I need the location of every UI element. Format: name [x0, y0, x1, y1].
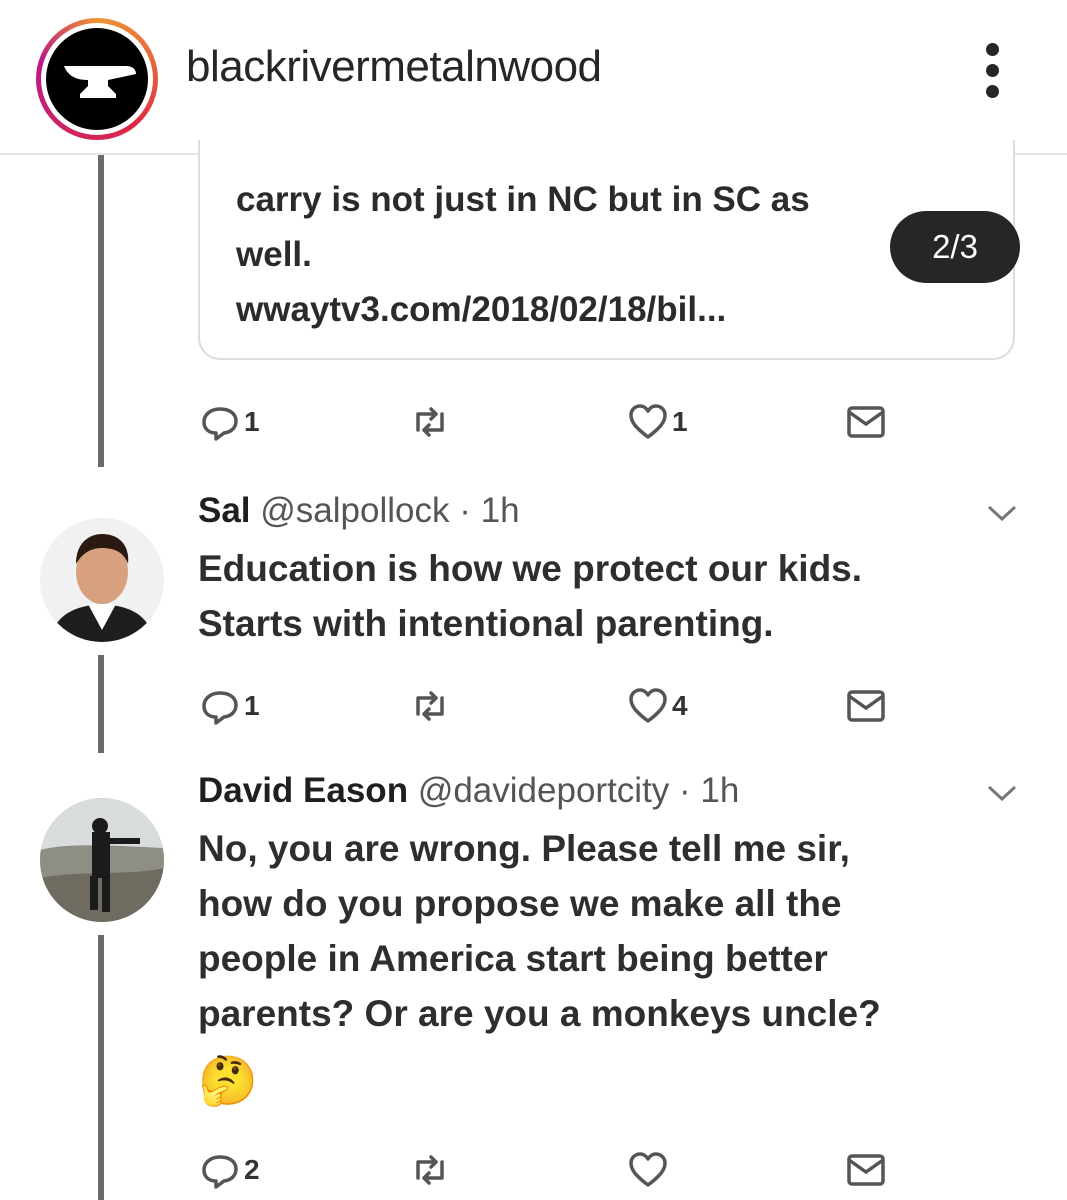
retweet-button[interactable] [408, 1146, 452, 1194]
more-vertical-icon [986, 43, 999, 56]
tweet-text: Education is how we protect our kids. St… [198, 548, 863, 644]
tweet-actions: 1 1 [198, 398, 898, 446]
reply-icon [202, 407, 238, 441]
direct-message-button[interactable] [844, 1146, 888, 1194]
reply-button[interactable]: 1 [198, 398, 260, 446]
direct-message-button[interactable] [844, 398, 888, 446]
heart-icon [629, 688, 667, 723]
avatar[interactable] [40, 798, 164, 922]
like-button[interactable]: 4 [626, 682, 688, 730]
avatar[interactable] [40, 518, 164, 642]
profile-avatar[interactable] [36, 18, 158, 140]
post-header: blackrivermetalnwood [0, 0, 1067, 155]
tweet-author-name[interactable]: Sal [198, 491, 251, 530]
reply-button[interactable]: 1 [198, 682, 260, 730]
mail-icon [847, 690, 885, 722]
thread-line [98, 155, 104, 467]
like-button[interactable] [626, 1146, 670, 1194]
tweet-text: No, you are wrong. Please tell me sir, h… [198, 828, 881, 1034]
tweet-handle[interactable]: @salpollock [260, 491, 449, 530]
thinking-face-emoji: 🤔 [198, 1055, 258, 1108]
chevron-down-icon[interactable] [985, 782, 1019, 804]
retweet-button[interactable] [408, 682, 452, 730]
slide-counter-badge: 2/3 [890, 211, 1020, 283]
anvil-icon [64, 66, 136, 98]
direct-message-button[interactable] [844, 682, 888, 730]
retweet-icon [416, 691, 444, 721]
tweet-time: · 1h [459, 491, 520, 530]
reply-icon [202, 1155, 238, 1189]
thread-line [98, 655, 104, 753]
heart-icon [629, 1152, 667, 1187]
mail-icon [847, 406, 885, 438]
like-button[interactable]: 1 [626, 398, 688, 446]
more-options-button[interactable] [975, 40, 1011, 100]
quoted-tweet-text: carry is not just in NC but in SC as wel… [236, 180, 810, 329]
tweet-header: David Eason @davideportcity · 1h [198, 771, 739, 811]
tweet-actions: 1 4 [198, 682, 898, 730]
reply-button[interactable]: 2 [198, 1146, 260, 1194]
tweet-author-name[interactable]: David Eason [198, 771, 408, 810]
reply-icon [202, 691, 238, 725]
retweet-button[interactable] [408, 398, 452, 446]
tweet-time: · 1h [679, 771, 740, 810]
tweet-handle[interactable]: @davideportcity [418, 771, 669, 810]
retweet-icon [416, 407, 444, 437]
quoted-tweet-link[interactable]: wwaytv3.com/2018/02/18/bil... [236, 290, 726, 329]
tweet-header: Sal @salpollock · 1h [198, 491, 520, 531]
heart-icon [629, 404, 667, 439]
tweet-actions: 2 [198, 1146, 898, 1194]
retweet-icon [416, 1155, 444, 1185]
mail-icon [847, 1154, 885, 1186]
post-username[interactable]: blackrivermetalnwood [186, 42, 602, 92]
thread-line [98, 935, 104, 1200]
chevron-down-icon[interactable] [985, 502, 1019, 524]
